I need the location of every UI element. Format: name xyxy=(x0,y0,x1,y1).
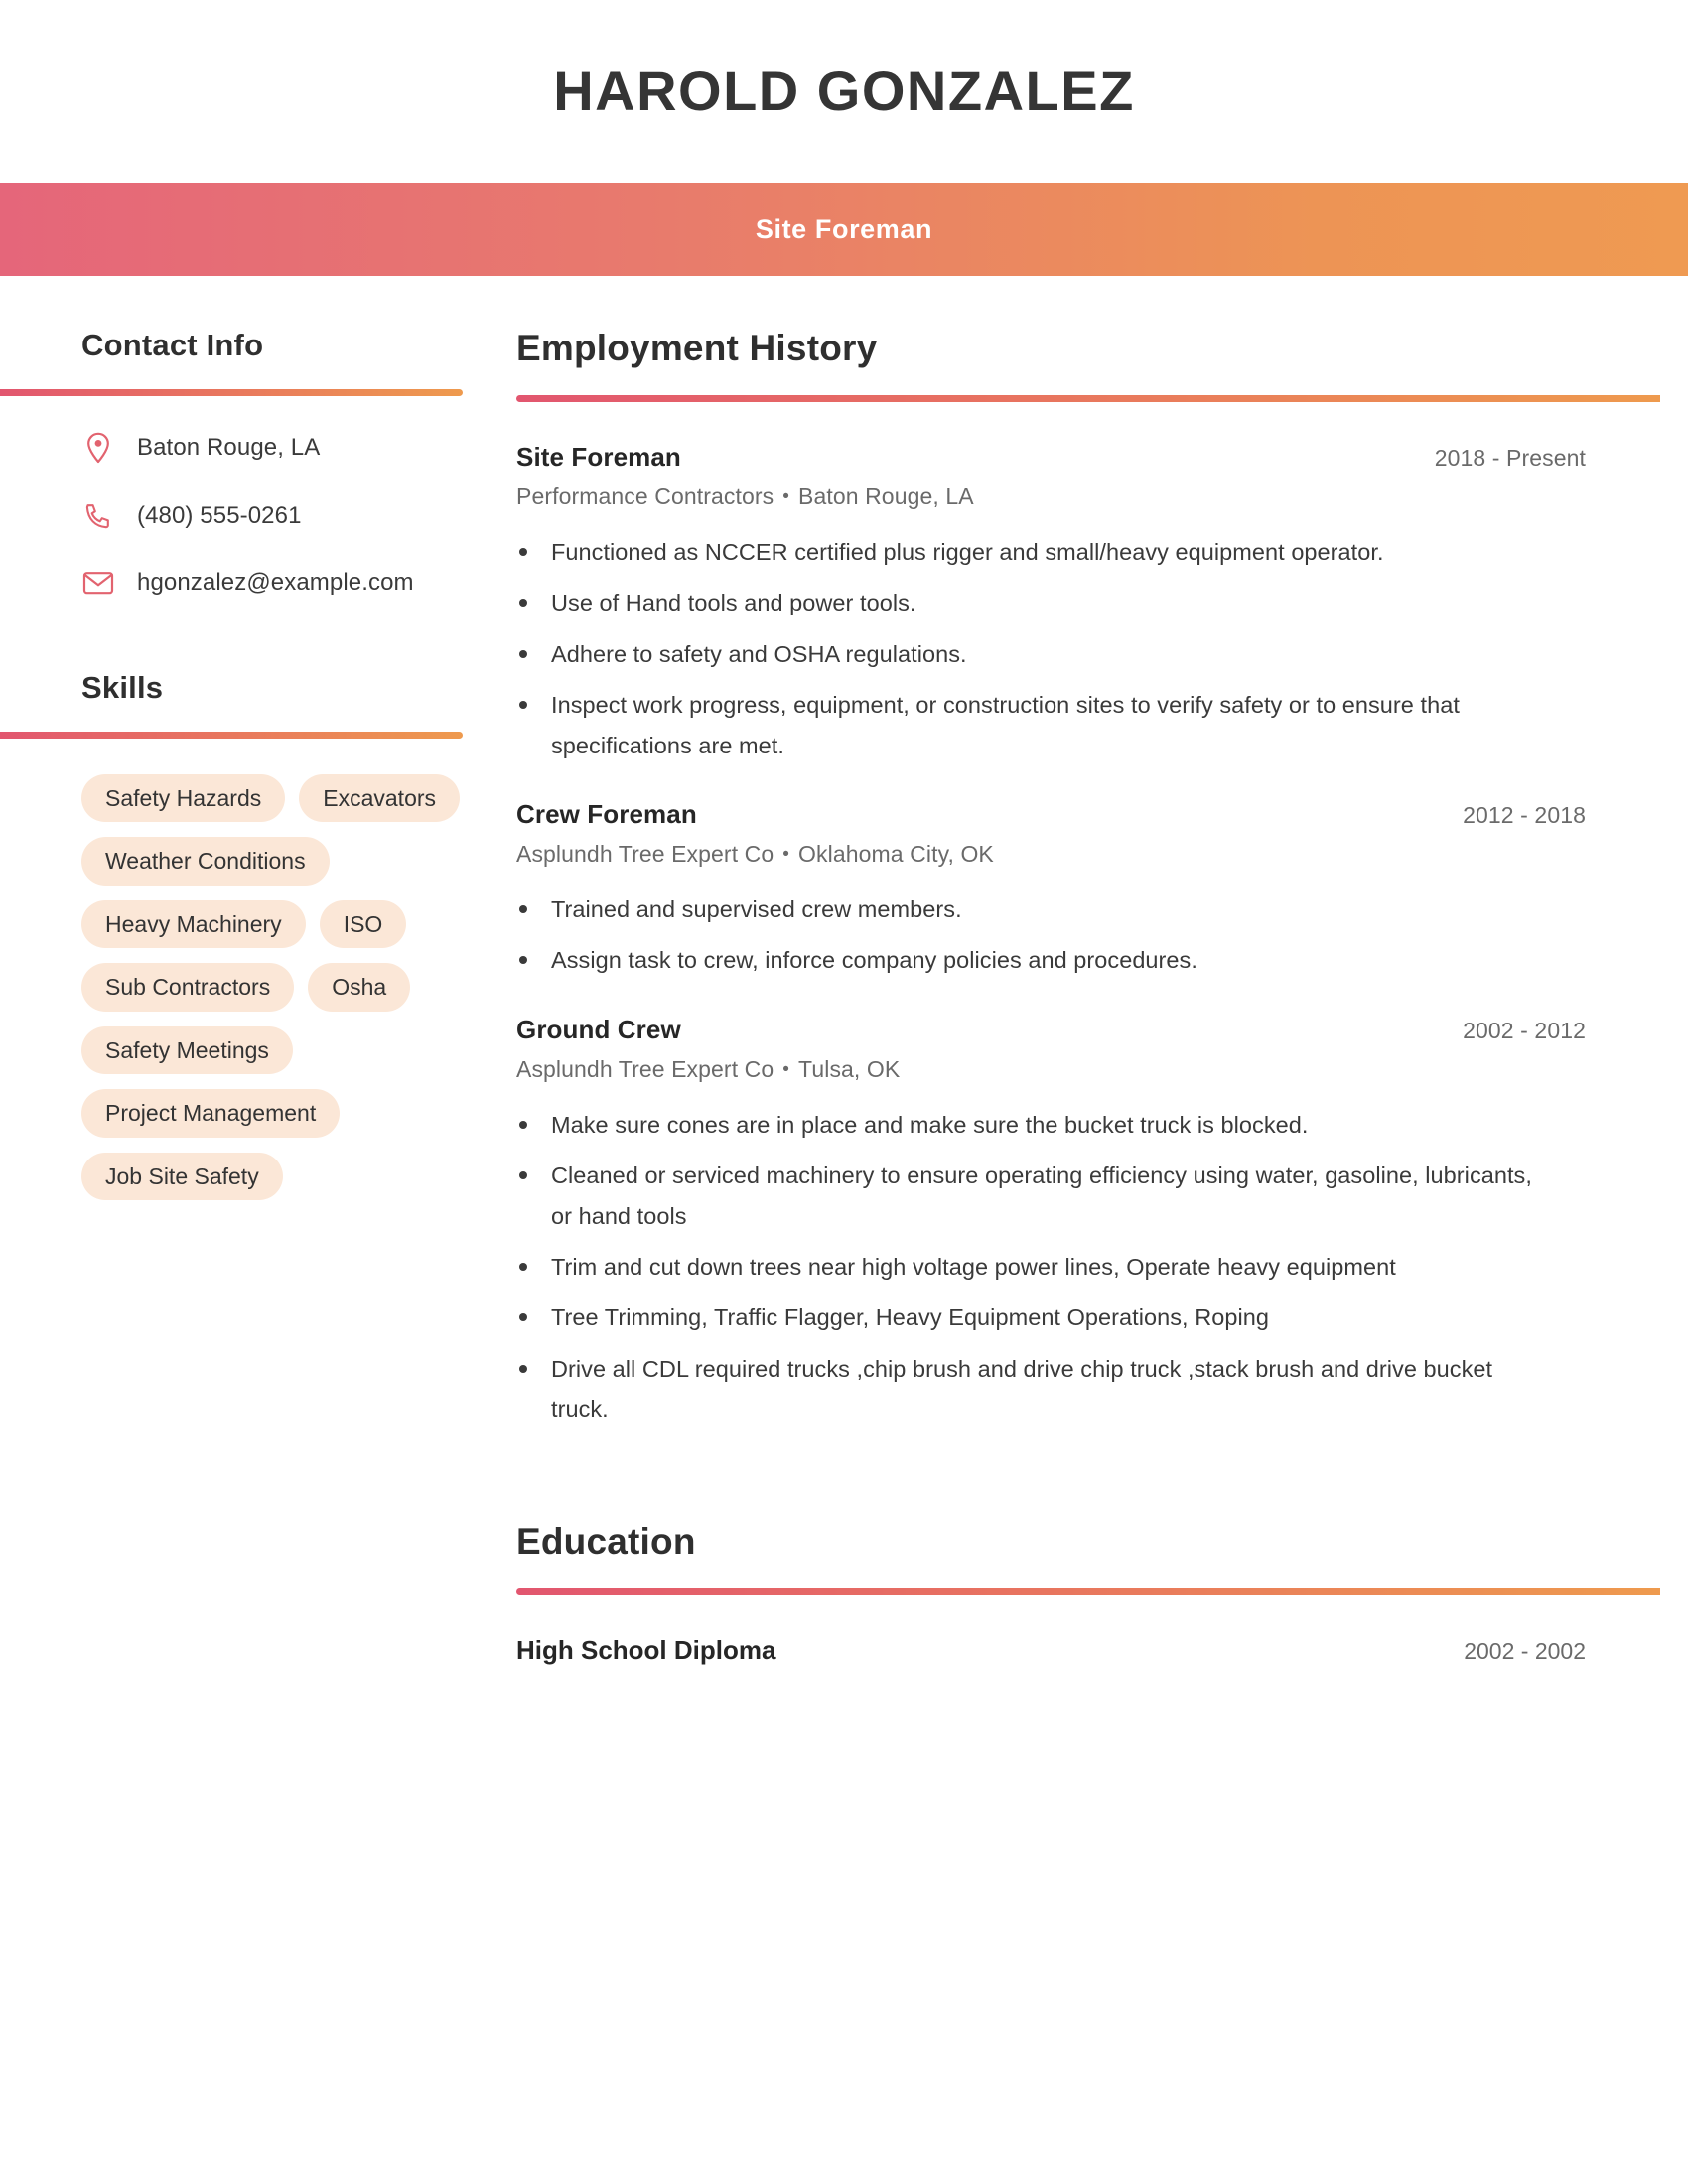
employment-history-heading: Employment History xyxy=(516,328,878,368)
employment-bullet: Tree Trimming, Traffic Flagger, Heavy Eq… xyxy=(516,1297,1549,1337)
skills-divider xyxy=(0,732,463,739)
resume-page: HAROLD GONZALEZ Site Foreman Contact Inf… xyxy=(0,0,1688,2184)
employment-dates: 2012 - 2018 xyxy=(1463,802,1586,829)
employment-entry-header: Site Foreman 2018 - Present xyxy=(516,442,1586,473)
skill-chip[interactable]: Safety Hazards xyxy=(81,774,286,823)
employment-location: Tulsa, OK xyxy=(798,1055,901,1082)
employment-entry: Crew Foreman 2012 - 2018 Asplundh Tree Exp… xyxy=(516,799,1688,981)
employment-entry: Ground Crew 2002 - 2012 Asplundh Tree Expe… xyxy=(516,1015,1688,1430)
education-section: Education High School Diploma 2002 - 2002 xyxy=(516,1521,1688,1666)
resume-body: Contact Info Baton Rouge, LA (480) 555-0… xyxy=(0,276,1688,1666)
employment-company: Asplundh Tree Expert Co xyxy=(516,841,774,868)
envelope-icon xyxy=(81,570,115,596)
skills-section: Skills Safety Hazards Excavators Weather C… xyxy=(0,670,516,1201)
education-divider xyxy=(516,1587,1660,1595)
employment-bullet-list: Trained and supervised crew members. Assi… xyxy=(516,889,1688,981)
employment-bullet: Functioned as NCCER certified plus rigge… xyxy=(516,532,1549,572)
bullet-separator-icon: • xyxy=(782,1058,790,1080)
employment-company-location: Performance Contractors • Baton Rouge, LA xyxy=(516,483,1688,510)
skill-chip[interactable]: Project Management xyxy=(81,1089,341,1138)
location-pin-icon xyxy=(81,432,115,464)
employment-bullet: Cleaned or serviced machinery to ensure … xyxy=(516,1156,1549,1236)
contact-item-phone[interactable]: (480) 555-0261 xyxy=(81,501,516,531)
employment-bullet: Adhere to safety and OSHA regulations. xyxy=(516,634,1549,674)
employment-history-section: Employment History Site Foreman 2018 - Pr… xyxy=(516,328,1688,1430)
skill-chip[interactable]: Heavy Machinery xyxy=(81,899,306,949)
job-title-text: Site Foreman xyxy=(755,213,933,244)
employment-bullet: Assign task to crew, inforce company pol… xyxy=(516,940,1549,980)
skill-chip[interactable]: Job Site Safety xyxy=(81,1152,283,1201)
employment-dates: 2002 - 2012 xyxy=(1463,1017,1586,1043)
contact-info-heading: Contact Info xyxy=(81,328,264,362)
employment-location: Baton Rouge, LA xyxy=(798,483,974,509)
job-title-band: Site Foreman xyxy=(0,183,1688,276)
employment-company-location: Asplundh Tree Expert Co • Oklahoma City, O… xyxy=(516,841,1688,868)
employment-role: Ground Crew xyxy=(516,1014,681,1044)
employment-bullet: Make sure cones are in place and make su… xyxy=(516,1105,1549,1145)
page-title: HAROLD GONZALEZ xyxy=(553,60,1135,122)
education-heading: Education xyxy=(516,1520,696,1562)
education-entry: High School Diploma 2002 - 2002 xyxy=(516,1635,1586,1666)
employment-company-location: Asplundh Tree Expert Co • Tulsa, OK xyxy=(516,1056,1688,1083)
skill-chip[interactable]: Excavators xyxy=(299,774,461,823)
skill-chip[interactable]: Safety Meetings xyxy=(81,1025,293,1075)
employment-company: Asplundh Tree Expert Co xyxy=(516,1055,774,1082)
employment-bullet-list: Functioned as NCCER certified plus rigge… xyxy=(516,532,1688,765)
employment-entries: Site Foreman 2018 - Present Performance Co… xyxy=(516,442,1688,1430)
main-column: Employment History Site Foreman 2018 - Pr… xyxy=(516,328,1688,1666)
skills-heading: Skills xyxy=(81,670,164,705)
employment-entry-header: Ground Crew 2002 - 2012 xyxy=(516,1015,1586,1045)
contact-item-location[interactable]: Baton Rouge, LA xyxy=(81,432,516,464)
employment-history-divider xyxy=(516,395,1660,402)
employment-bullet: Inspect work progress, equipment, or con… xyxy=(516,685,1549,765)
contact-phone-value: (480) 555-0261 xyxy=(137,502,302,529)
bullet-separator-icon: • xyxy=(782,844,790,866)
skill-chip[interactable]: Sub Contractors xyxy=(81,963,295,1012)
employment-bullet: Drive all CDL required trucks ,chip brus… xyxy=(516,1349,1549,1430)
phone-icon xyxy=(81,501,115,531)
contact-info-section: Contact Info Baton Rouge, LA (480) 555-0… xyxy=(0,328,516,597)
employment-role: Crew Foreman xyxy=(516,799,697,830)
employment-bullet: Trim and cut down trees near high voltag… xyxy=(516,1247,1549,1287)
employment-entry-header: Crew Foreman 2012 - 2018 xyxy=(516,799,1586,830)
contact-list: Baton Rouge, LA (480) 555-0261 hgonzalez… xyxy=(0,432,516,597)
employment-location: Oklahoma City, OK xyxy=(798,841,994,868)
bullet-separator-icon: • xyxy=(782,486,789,507)
skills-chip-list: Safety Hazards Excavators Weather Conditio… xyxy=(0,774,516,1201)
education-degree: High School Diploma xyxy=(516,1634,776,1665)
employment-dates: 2018 - Present xyxy=(1434,445,1586,471)
sidebar: Contact Info Baton Rouge, LA (480) 555-0… xyxy=(0,328,516,1201)
education-entries: High School Diploma 2002 - 2002 xyxy=(516,1635,1688,1666)
contact-item-email[interactable]: hgonzalez@example.com xyxy=(81,569,516,597)
employment-role: Site Foreman xyxy=(516,442,681,472)
contact-info-divider xyxy=(0,389,463,396)
contact-email-value: hgonzalez@example.com xyxy=(137,569,414,596)
skill-chip[interactable]: Weather Conditions xyxy=(81,837,330,886)
employment-company: Performance Contractors xyxy=(516,483,774,509)
skill-chip[interactable]: ISO xyxy=(319,899,407,949)
contact-location-value: Baton Rouge, LA xyxy=(137,434,321,461)
employment-bullet: Trained and supervised crew members. xyxy=(516,889,1549,929)
skill-chip[interactable]: Osha xyxy=(308,963,411,1012)
employment-bullet-list: Make sure cones are in place and make su… xyxy=(516,1105,1688,1430)
education-dates: 2002 - 2002 xyxy=(1464,1637,1586,1664)
employment-bullet: Use of Hand tools and power tools. xyxy=(516,583,1549,622)
resume-header: HAROLD GONZALEZ xyxy=(0,0,1688,183)
employment-entry: Site Foreman 2018 - Present Performance Co… xyxy=(516,442,1688,765)
